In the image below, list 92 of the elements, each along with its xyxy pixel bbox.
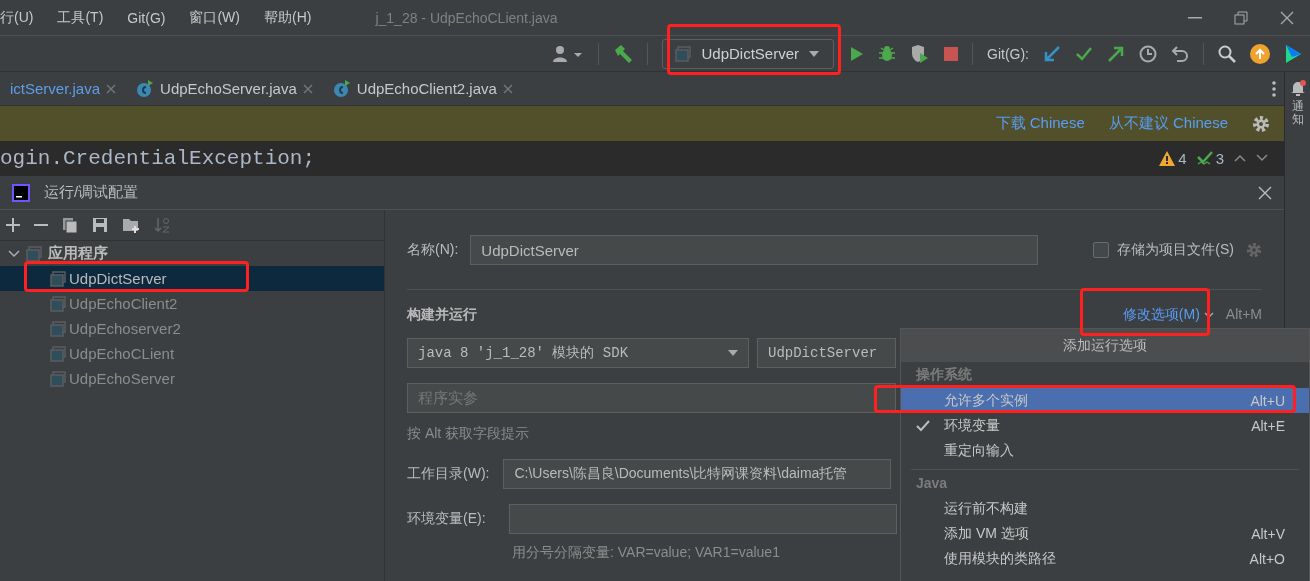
window-title: j_1_28 - UdpEchoCLient.java xyxy=(375,9,559,26)
menu-item[interactable]: 重定向输入 xyxy=(901,438,1309,463)
tree-item[interactable]: UdpEchoCLient xyxy=(0,341,384,366)
expand-chevron-icon[interactable] xyxy=(8,249,20,258)
sdk-dropdown[interactable]: java 8 'j_1_28' 模块的 SDK xyxy=(407,338,749,368)
window-icon xyxy=(675,45,692,62)
close-icon[interactable] xyxy=(106,83,117,94)
editor-tab[interactable]: ictServer.java xyxy=(0,72,127,105)
popup-title: 添加运行选项 xyxy=(901,329,1309,362)
field-label: 工作目录(W): xyxy=(407,465,490,483)
bug-icon[interactable] xyxy=(878,44,896,63)
menu-item[interactable]: Git(G) xyxy=(127,9,178,26)
dialog-title: 运行/调试配置 xyxy=(44,183,140,202)
hammer-icon[interactable] xyxy=(613,43,634,64)
field-label: 名称(N): xyxy=(407,241,459,259)
section-heading: Java xyxy=(915,474,949,493)
menu-item[interactable]: 行(U) xyxy=(0,8,46,27)
weak-warning-count: 3 xyxy=(1215,149,1224,167)
close-icon[interactable] xyxy=(302,83,313,94)
banner-link[interactable]: 下载 Chinese xyxy=(995,114,1085,133)
checkbox[interactable] xyxy=(1093,242,1110,258)
main-class-field[interactable]: UdpDictServer xyxy=(757,338,896,368)
application-icon xyxy=(50,295,66,312)
editor-tab[interactable]: UdpEchoClient2.java xyxy=(322,72,523,105)
update-icon[interactable] xyxy=(1250,43,1270,64)
modify-options-link[interactable]: 修改选项(M) xyxy=(1122,306,1200,324)
application-icon xyxy=(50,370,66,387)
chevron-up-icon[interactable] xyxy=(1234,154,1246,162)
code-line: ogin.CredentialException; xyxy=(0,146,317,170)
run-icon[interactable] xyxy=(848,45,864,62)
close-icon[interactable] xyxy=(502,83,513,94)
hint-text: 按 Alt 获取字段提示 xyxy=(407,425,530,443)
app-logo-icon xyxy=(12,183,30,202)
close-icon[interactable] xyxy=(1280,10,1294,25)
tree-item[interactable]: UdpEchoserver2 xyxy=(0,316,384,341)
banner-link[interactable]: 从不建议 Chinese xyxy=(1108,114,1228,133)
notifications-label[interactable]: 通知 xyxy=(1291,100,1304,127)
git-label: Git(G): xyxy=(987,45,1029,62)
shortcut-label: Alt+M xyxy=(1225,306,1262,322)
close-icon[interactable] xyxy=(1258,185,1272,200)
tree-group-label[interactable]: 应用程序 xyxy=(48,244,108,263)
app-logo-icon[interactable] xyxy=(1284,43,1302,64)
class-icon xyxy=(332,79,351,98)
clock-icon[interactable] xyxy=(1139,44,1157,63)
caret-icon xyxy=(728,350,738,356)
undo-icon[interactable] xyxy=(1171,44,1189,63)
settings-icon[interactable] xyxy=(1252,114,1270,133)
tree-item[interactable]: UdpEchoServer xyxy=(0,366,384,391)
section-heading: 操作系统 xyxy=(915,365,973,384)
tree-item[interactable]: UdpEchoClient2 xyxy=(0,291,384,316)
menu-item[interactable]: 帮助(H) xyxy=(264,8,324,27)
check-icon xyxy=(1196,150,1213,166)
menu-item[interactable]: 运行前不构建 xyxy=(901,496,1309,521)
menu-item[interactable]: 工具(T) xyxy=(57,8,116,27)
search-icon[interactable] xyxy=(1218,44,1236,63)
menu-item[interactable]: 窗口(W) xyxy=(189,8,252,27)
save-icon[interactable] xyxy=(92,217,108,233)
chevron-down-icon[interactable] xyxy=(1256,154,1268,162)
caret-icon xyxy=(809,50,819,57)
restore-icon[interactable] xyxy=(1234,10,1248,25)
minimize-icon[interactable] xyxy=(1188,16,1202,19)
checkbox-label[interactable]: 存储为项目文件(S) xyxy=(1117,241,1234,259)
arrow-icon[interactable] xyxy=(1043,44,1061,63)
application-icon xyxy=(50,270,66,287)
section-heading: 构建并运行 xyxy=(407,306,477,324)
application-icon xyxy=(50,320,66,337)
menu-item[interactable]: 添加 VM 选项 Alt+V xyxy=(901,521,1309,546)
stop-icon[interactable] xyxy=(944,46,958,61)
environment-variables-field[interactable] xyxy=(508,504,897,534)
menu-item[interactable]: 使用模块的类路径 Alt+O xyxy=(901,546,1309,571)
application-icon xyxy=(26,245,42,262)
field-label: 环境变量(E): xyxy=(407,510,486,528)
run-config-dropdown[interactable]: UdpDictServer xyxy=(662,38,834,69)
warning-count: 4 xyxy=(1178,149,1187,167)
working-directory-field[interactable]: C:\Users\陈昌良\Documents\比特网课资料\daima托管 xyxy=(503,459,892,489)
copy-icon[interactable] xyxy=(62,217,78,233)
arrow-icon[interactable] xyxy=(1107,44,1125,63)
folder-icon[interactable] xyxy=(122,217,140,233)
more-icon[interactable] xyxy=(1272,80,1276,97)
application-icon xyxy=(50,345,66,362)
bell-icon[interactable] xyxy=(1289,80,1306,96)
caret-icon xyxy=(1203,312,1214,318)
coverage-icon[interactable] xyxy=(910,44,930,63)
add-icon[interactable] xyxy=(6,218,20,232)
warning-icon xyxy=(1159,150,1176,166)
hint-text: 用分号分隔变量: VAR=value; VAR1=value1 xyxy=(512,544,780,562)
name-field[interactable]: UdpDictServer xyxy=(470,235,1039,265)
user-icon[interactable] xyxy=(552,44,585,63)
tree-item[interactable]: UdpDictServer xyxy=(0,266,384,291)
class-icon xyxy=(136,79,155,98)
menu-item[interactable]: 环境变量 Alt+E xyxy=(901,413,1309,438)
editor-tab[interactable]: UdpEchoServer.java xyxy=(126,72,323,105)
